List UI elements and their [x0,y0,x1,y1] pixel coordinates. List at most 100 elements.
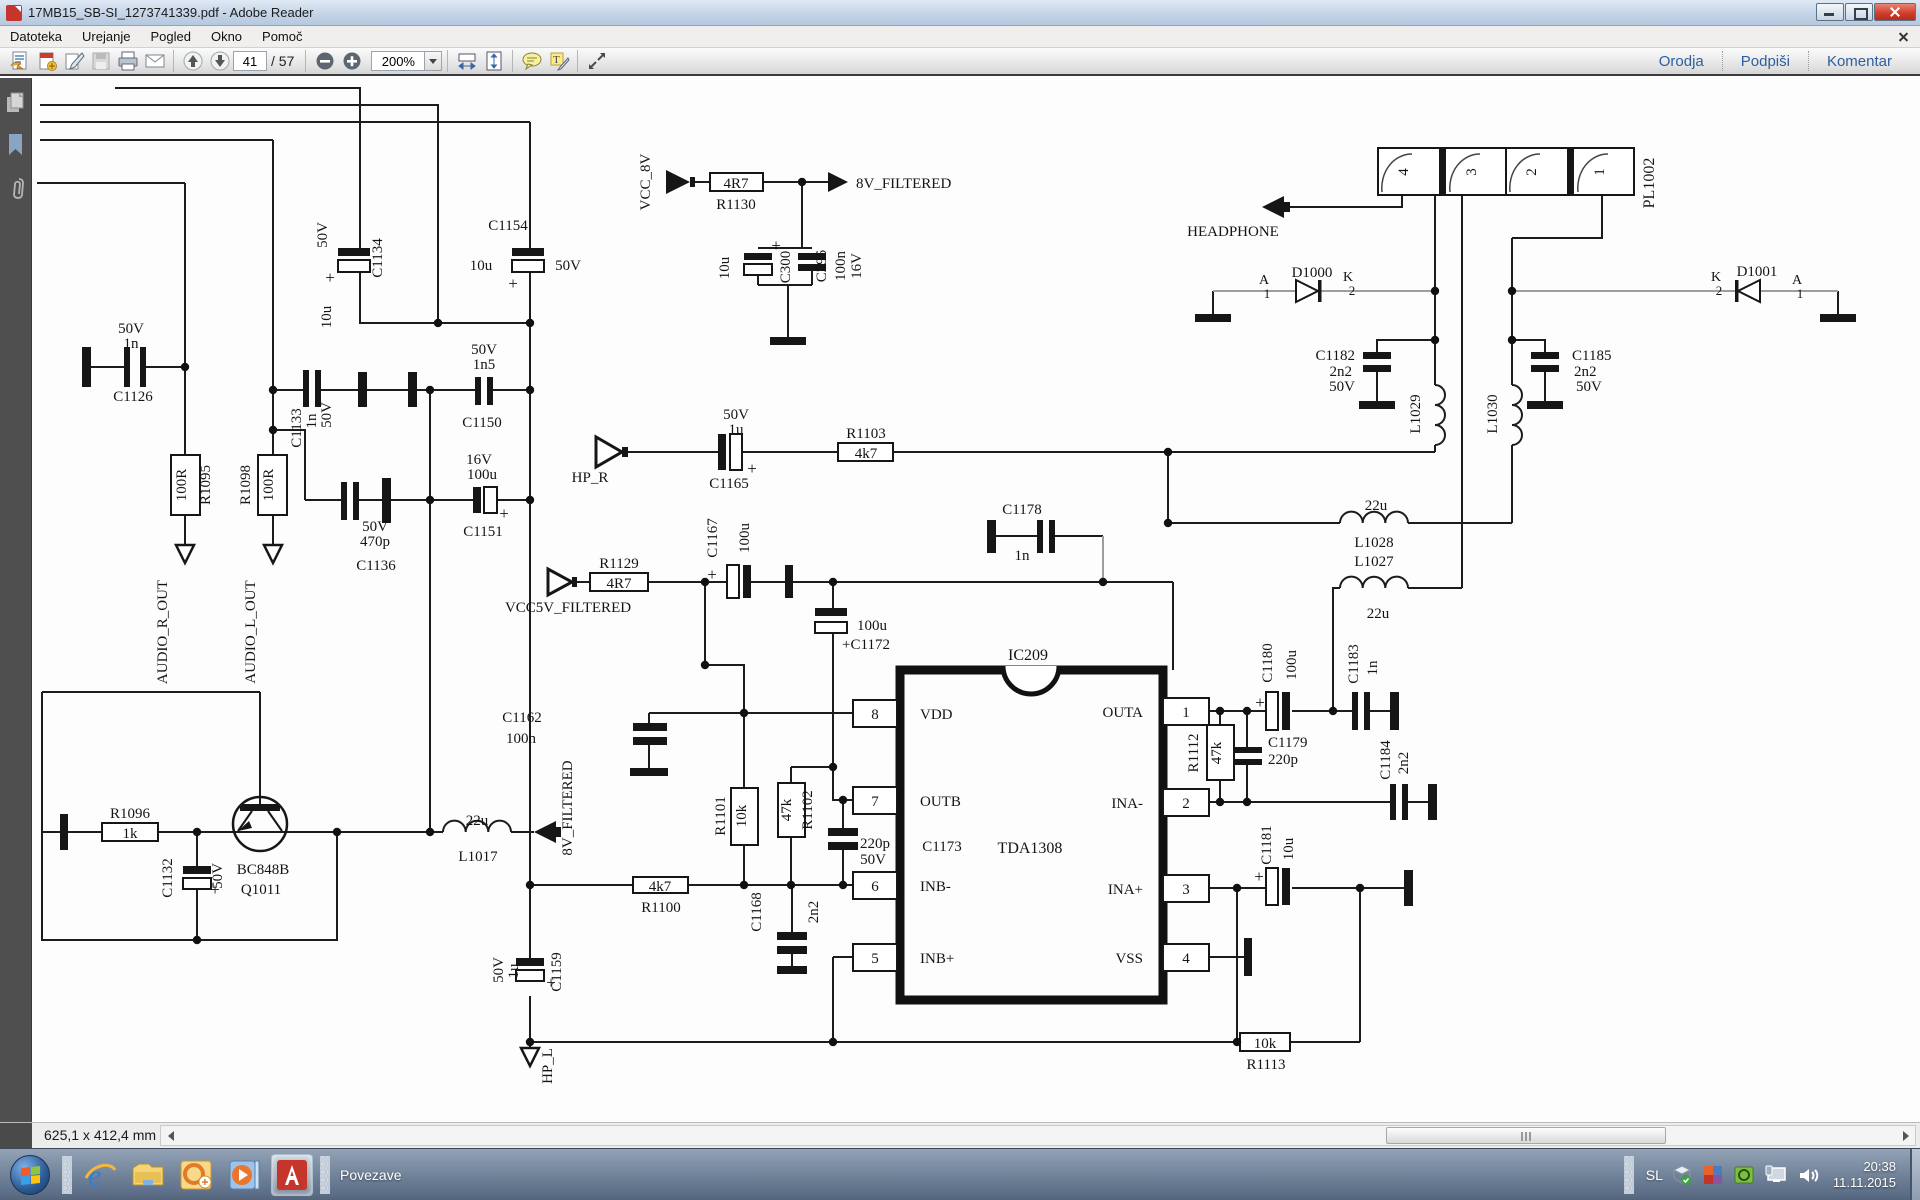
schematic-label: R1129 [599,556,638,572]
taskbar-explorer[interactable] [127,1154,169,1196]
schematic-label: PL1002 [1641,158,1658,209]
schematic-label: VCC_8V [638,154,654,211]
tray-avg-icon[interactable] [1702,1164,1724,1186]
schematic-label: + [499,504,509,523]
menu-pogled[interactable]: Pogled [140,27,200,46]
schematic-label: 16V [849,253,865,279]
fit-page-button[interactable] [480,49,507,73]
folder-icon [131,1158,165,1192]
print-button[interactable] [114,49,141,73]
highlight-button[interactable]: T [545,49,572,73]
clock-date: 11.11.2015 [1833,1175,1896,1191]
taskbar-media-player[interactable] [223,1154,265,1196]
open-button[interactable] [6,49,33,73]
schematic-label: C1151 [463,524,502,540]
scrollbar-thumb[interactable] [1386,1127,1666,1144]
schematic-label: C1183 [1346,644,1362,683]
ic-pin-boxes [853,698,1209,971]
schematic-label: C1179 [1268,735,1307,751]
minimize-button[interactable] [1816,3,1844,21]
print-icon [117,50,139,72]
bookmarks-icon[interactable] [6,133,26,157]
schematic-label: 10k [734,804,750,827]
save-icon [90,50,112,72]
schematic-label: TDA1308 [998,840,1063,857]
menu-datoteka[interactable]: Datoteka [0,27,72,46]
schematic-label: IC209 [1008,647,1048,664]
zoom-dropdown-icon[interactable] [425,51,442,71]
toolbar-komentar-button[interactable]: Komentar [1809,53,1910,70]
schematic-label: 50V [118,321,144,337]
schematic-label: C1136 [356,558,396,574]
tray-volume-icon[interactable] [1797,1164,1821,1186]
svg-text:e: e [88,1159,101,1192]
start-button[interactable] [10,1155,50,1195]
taskbar-outlook[interactable] [175,1154,217,1196]
document-page[interactable]: 50V1nC1126100RR1095R1098100RAUDIO_R_OUTA… [32,78,1920,1122]
menu-okno[interactable]: Okno [201,27,252,46]
attachments-icon[interactable] [6,176,26,202]
schematic-label: + [508,274,518,293]
schematic-label: 22u [1367,606,1390,622]
fit-width-button[interactable] [453,49,480,73]
tray-nvidia-icon[interactable] [1733,1164,1755,1186]
schematic-label: INA- [1111,796,1143,812]
capacitor-bodies [183,260,1278,981]
zoom-in-button[interactable] [338,49,365,73]
fullscreen-button[interactable] [583,49,610,73]
next-page-button[interactable] [206,49,233,73]
schematic-label: C300 [778,251,794,284]
schematic-label: 100R [174,469,190,502]
taskbar-internet-explorer[interactable]: e [79,1154,121,1196]
links-toolbar-label[interactable]: Povezave [340,1167,401,1183]
ic209-notch [1003,666,1059,694]
title-bar[interactable]: 17MB15_SB-SI_1273741339.pdf - Adobe Read… [0,0,1920,26]
scroll-right-icon[interactable] [1898,1128,1913,1143]
schematic-label: L1029 [1408,394,1424,433]
schematic-label: + [546,973,556,992]
email-button[interactable] [141,49,168,73]
tray-dropbox-icon[interactable] [1671,1164,1693,1186]
schematic-label: C1126 [113,389,153,405]
close-document-icon[interactable] [1896,29,1912,45]
taskbar-adobe-reader[interactable] [271,1154,313,1196]
open-icon [9,50,31,72]
menu-pomo[interactable]: Pomoč [252,27,312,46]
taskbar-clock[interactable]: 20:38 11.11.2015 [1833,1159,1896,1191]
horizontal-scrollbar[interactable] [160,1125,1916,1146]
previous-page-button[interactable] [179,49,206,73]
schematic-label: 2n2 [806,901,822,924]
schematic-label: VCC5V_FILTERED [505,600,631,616]
comment-button[interactable] [518,49,545,73]
close-button[interactable] [1874,3,1916,21]
maximize-button[interactable] [1845,3,1873,21]
schematic-label: R1102 [800,790,816,829]
zoom-level[interactable]: 200% [371,51,425,71]
language-indicator[interactable]: SL [1646,1167,1663,1183]
scroll-left-icon[interactable] [163,1128,178,1143]
toolbar: / 57 200% T OrodjaPodpišiKomentar [0,48,1920,76]
convert-pdf-button[interactable] [33,49,60,73]
save-button[interactable] [87,49,114,73]
plus-icon [342,51,362,71]
windows-logo-icon [21,1166,40,1185]
zoom-out-button[interactable] [311,49,338,73]
schematic-label: R1095 [198,465,214,505]
menu-urejanje[interactable]: Urejanje [72,27,140,46]
toolbar-orodja-button[interactable]: Orodja [1641,53,1722,70]
toolbar-podpii-button[interactable]: Podpiši [1723,53,1808,70]
schematic-label: 1 [1182,705,1190,721]
schematic-label: 1n [1015,548,1031,564]
tray-display-icon[interactable] [1764,1164,1788,1186]
schematic-label: 4R7 [723,176,749,192]
schematic-label: HEADPHONE [1187,224,1279,240]
schematic-label: HP_R [572,470,609,486]
schematic-label: 50V [491,957,507,983]
show-desktop-button[interactable] [1910,1149,1920,1200]
fullscreen-arrows-icon [586,50,608,72]
outlook-icon [179,1158,213,1192]
page-number-input[interactable] [233,51,267,71]
page-thumbnails-icon[interactable] [6,92,26,114]
taskbar-grip [62,1156,72,1194]
sign-button[interactable] [60,49,87,73]
